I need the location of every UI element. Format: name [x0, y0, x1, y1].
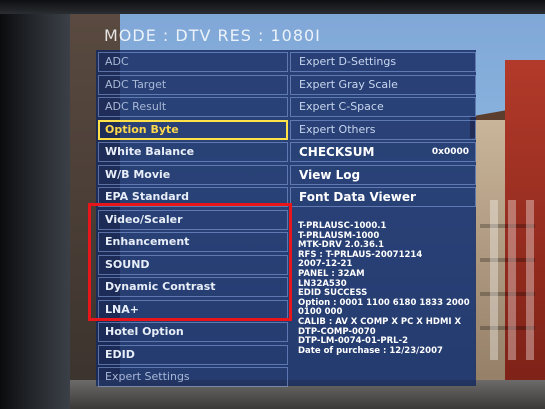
checksum-label: CHECKSUM: [299, 145, 375, 159]
info-line: Date of purchase : 12/23/2007: [298, 345, 443, 356]
menu-item-hotel-option[interactable]: Hotel Option: [98, 322, 288, 342]
version-info-block: T-PRLAUSC-1000.1 T-PRLAUSM-1000 MTK-DRV 2.…: [298, 221, 474, 356]
menu-item-adc[interactable]: ADC: [98, 52, 288, 72]
menu-item-adc-target[interactable]: ADC Target: [98, 74, 288, 95]
windows: [480, 200, 535, 360]
checksum-row: CHECKSUM 0x0000: [290, 142, 476, 162]
highlight-annotation-box: [88, 203, 292, 321]
checksum-value: 0x0000: [431, 147, 469, 157]
menu-item-expert-gray-scale[interactable]: Expert Gray Scale: [290, 74, 476, 95]
menu-item-white-balance[interactable]: White Balance: [98, 142, 288, 162]
mode-resolution-label: MODE : DTV RES : 1080I: [104, 26, 321, 45]
menu-item-view-log[interactable]: View Log: [290, 164, 476, 185]
menu-item-w-b-movie[interactable]: W/B Movie: [98, 164, 288, 185]
menu-item-expert-others[interactable]: Expert Others: [290, 119, 476, 140]
tv-bezel-top: [0, 0, 545, 14]
menu-item-option-byte[interactable]: Option Byte: [98, 119, 288, 140]
tv-bezel-left: [0, 0, 70, 409]
right-menu: Expert D-Settings Expert Gray Scale Expe…: [290, 52, 476, 210]
menu-item-expert-settings[interactable]: Expert Settings: [98, 367, 288, 387]
menu-item-font-data-viewer[interactable]: Font Data Viewer: [290, 187, 476, 207]
menu-item-expert-c-space[interactable]: Expert C-Space: [290, 97, 476, 117]
menu-item-adc-result[interactable]: ADC Result: [98, 97, 288, 117]
menu-item-expert-d-settings[interactable]: Expert D-Settings: [290, 52, 476, 72]
menu-item-edid[interactable]: EDID: [98, 344, 288, 365]
